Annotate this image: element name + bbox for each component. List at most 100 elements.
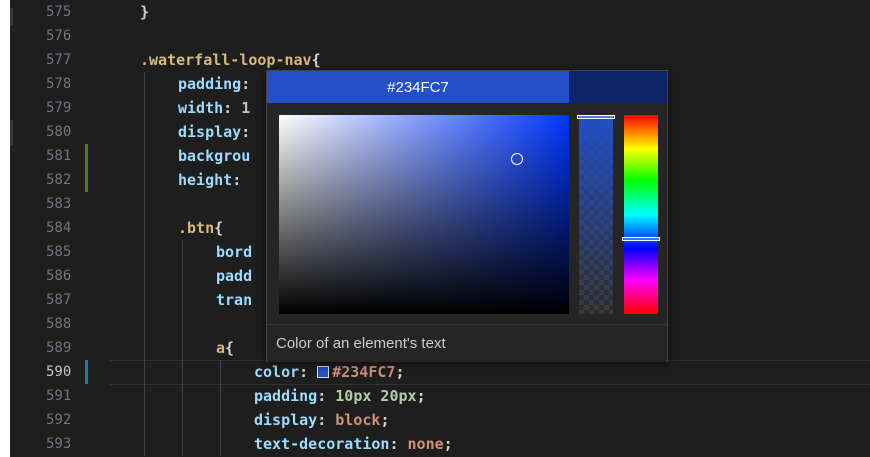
code-token: ; [416, 387, 426, 405]
line-number: 593 [46, 436, 72, 452]
code-line[interactable]: 575} [10, 0, 870, 24]
line-number: 591 [46, 388, 72, 404]
color-preview-original[interactable] [569, 71, 667, 103]
code-text: .btn{ [178, 219, 223, 237]
code-token: tran [216, 291, 253, 309]
line-number: 582 [46, 172, 72, 188]
line-number: 581 [46, 148, 72, 164]
code-token: : [317, 411, 336, 429]
code-token: ; [395, 363, 405, 381]
code-token: none [407, 435, 444, 453]
code-token: : [241, 123, 251, 141]
code-line[interactable]: 592 display: block; [10, 408, 870, 432]
line-number: 579 [46, 100, 72, 116]
code-token: a [216, 339, 226, 357]
code-token: text-decoration [254, 435, 390, 453]
code-token: : [232, 171, 242, 189]
code-token: display [178, 123, 242, 141]
code-text: padding: 10px 20px; [254, 387, 426, 405]
code-line[interactable]: 590 color: #234FC7; [10, 360, 870, 384]
code-text: padd [216, 267, 252, 285]
code-token: { [311, 51, 321, 69]
code-line[interactable]: 576 [10, 24, 870, 48]
opacity-slider-handle[interactable] [577, 115, 615, 119]
code-token: #234FC7 [332, 363, 396, 381]
line-number: 589 [46, 340, 72, 356]
line-number: 577 [46, 52, 72, 68]
saturation-cursor[interactable] [510, 152, 523, 165]
color-hex-label: #234FC7 [387, 78, 449, 96]
code-token: width [178, 99, 224, 117]
git-change-indicator[interactable] [85, 360, 88, 384]
opacity-gradient [579, 115, 613, 314]
hover-documentation: Color of an element's text [267, 324, 667, 362]
code-token: { [225, 339, 235, 357]
line-number: 580 [46, 124, 72, 140]
code-line[interactable]: 577 .waterfall-loop-nav{ [10, 48, 870, 72]
code-text: height: [178, 171, 241, 189]
code-token: : [223, 99, 242, 117]
indent-guide [182, 240, 183, 456]
line-number: 578 [46, 76, 72, 92]
code-text: tran [216, 291, 252, 309]
code-text: display: [178, 123, 250, 141]
hue-slider-handle[interactable] [622, 236, 660, 241]
saturation-brightness-box[interactable] [279, 115, 569, 314]
code-text: text-decoration: none; [254, 435, 453, 453]
line-number: 588 [46, 316, 72, 332]
color-preview-new[interactable]: #234FC7 [267, 71, 569, 103]
code-token: .btn [178, 219, 215, 237]
indent-guide [144, 72, 145, 456]
code-token: padding [178, 75, 242, 93]
hue-strip[interactable] [622, 115, 660, 314]
color-picker-header: #234FC7 [267, 71, 667, 103]
code-text: backgrou [178, 147, 250, 165]
git-change-indicator[interactable] [85, 168, 88, 192]
code-text: bord [216, 243, 252, 261]
line-number: 587 [46, 292, 72, 308]
code-token: } [140, 3, 150, 21]
code-token: padding [254, 387, 318, 405]
code-text: a{ [216, 339, 234, 357]
line-number: 590 [46, 364, 72, 380]
code-token: ; [443, 435, 453, 453]
color-swatch-icon[interactable] [317, 366, 330, 378]
color-picker-widget[interactable]: #234FC7 Color of an element's text [266, 70, 668, 362]
code-token: : [299, 363, 318, 381]
code-token: bord [216, 243, 253, 261]
code-text: padding: [178, 75, 250, 93]
code-text: display: block; [254, 411, 389, 429]
code-text: .waterfall-loop-nav{ [140, 51, 321, 69]
code-token: color [254, 363, 300, 381]
line-number: 575 [46, 4, 72, 20]
line-number: 576 [46, 28, 72, 44]
code-text: width: 1 [178, 99, 250, 117]
line-number: 586 [46, 268, 72, 284]
code-line[interactable]: 591 padding: 10px 20px; [10, 384, 870, 408]
code-line[interactable]: 593 text-decoration: none; [10, 432, 870, 456]
line-number: 585 [46, 244, 72, 260]
line-number: 592 [46, 412, 72, 428]
code-token: : [241, 75, 251, 93]
line-number: 584 [46, 220, 72, 236]
hover-description: Color of an element's text [276, 335, 446, 352]
current-line-highlight [110, 384, 870, 385]
code-token: 10px 20px [335, 387, 417, 405]
code-token: display [254, 411, 318, 429]
code-editor[interactable]: 575} 576 577 .waterfall-loop-nav{578 padding… [10, 0, 870, 457]
code-token: block [335, 411, 381, 429]
git-change-indicator[interactable] [85, 144, 88, 168]
code-text: color: #234FC7; [254, 363, 404, 381]
code-token: : [389, 435, 408, 453]
code-token: .waterfall-loop-nav [140, 51, 312, 69]
code-token: padd [216, 267, 253, 285]
code-text: } [140, 3, 149, 21]
code-token: ; [380, 411, 390, 429]
line-number: 583 [46, 196, 72, 212]
code-token: 1 [241, 99, 251, 117]
code-token: backgrou [178, 147, 251, 165]
opacity-strip[interactable] [577, 115, 615, 314]
code-token: height [178, 171, 233, 189]
code-token: : [317, 387, 336, 405]
indent-guide [220, 360, 221, 456]
